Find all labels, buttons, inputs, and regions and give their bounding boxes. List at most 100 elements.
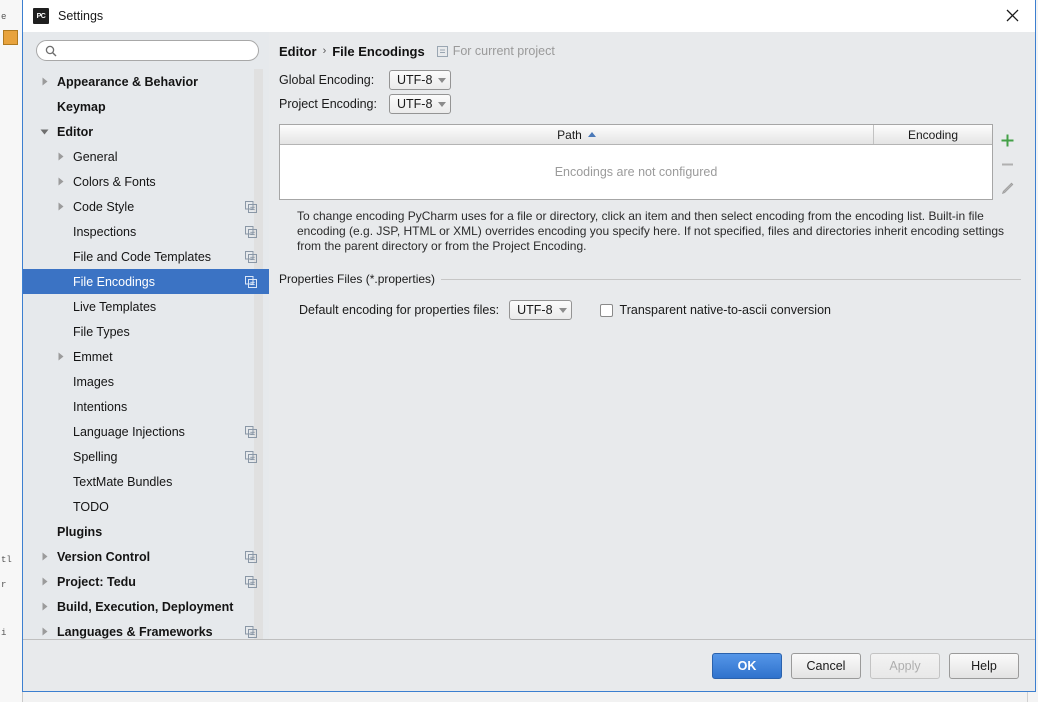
sidebar-item-label: Version Control	[57, 549, 151, 564]
ide-left-edge-strip: e tl r i	[0, 0, 23, 702]
sidebar-item-label: Images	[73, 374, 114, 389]
sidebar-item-colors-fonts[interactable]: Colors & Fonts	[23, 169, 269, 194]
description-text: To change encoding PyCharm uses for a fi…	[297, 209, 1005, 253]
add-encoding-button[interactable]	[995, 128, 1019, 152]
chevron-right-icon[interactable]	[37, 77, 51, 86]
breadcrumb-parent[interactable]: Editor	[279, 44, 317, 59]
sidebar-item-project-tedu[interactable]: Project: Tedu	[23, 569, 269, 594]
ide-ghost-line: r	[1, 580, 7, 590]
sidebar-item-label: Build, Execution, Deployment	[57, 599, 234, 614]
chevron-right-icon[interactable]	[37, 627, 51, 636]
ide-ghost-line: tl	[1, 555, 12, 565]
sidebar-item-file-and-code-templates[interactable]: File and Code Templates	[23, 244, 269, 269]
sidebar-item-label: Editor	[57, 124, 94, 139]
properties-files-group: Properties Files (*.properties) Default …	[279, 272, 1021, 320]
sidebar-item-spelling[interactable]: Spelling	[23, 444, 269, 469]
column-header-encoding[interactable]: Encoding	[873, 125, 992, 144]
main-panel: Editor › File Encodings For current proj…	[269, 32, 1035, 639]
sidebar-item-label: TextMate Bundles	[73, 474, 173, 489]
settings-tree[interactable]: Appearance & Behavior Keymap Editor General…	[23, 69, 269, 639]
ide-file-tab-icon	[3, 30, 18, 45]
sidebar-item-label: File Encodings	[73, 274, 155, 289]
sidebar-item-todo[interactable]: TODO	[23, 494, 269, 519]
default-properties-encoding-dropdown[interactable]: UTF-8	[509, 300, 572, 320]
sidebar-item-code-style[interactable]: Code Style	[23, 194, 269, 219]
project-scope-icon	[245, 625, 257, 638]
project-encoding-row: Project Encoding: UTF-8	[279, 94, 1021, 114]
edit-encoding-button[interactable]	[995, 176, 1019, 200]
chevron-right-icon[interactable]	[37, 552, 51, 561]
sidebar-item-intentions[interactable]: Intentions	[23, 394, 269, 419]
project-scope-icon	[245, 575, 257, 588]
sidebar-item-label: Inspections	[73, 224, 137, 239]
sidebar-item-keymap[interactable]: Keymap	[23, 94, 269, 119]
global-encoding-label: Global Encoding:	[279, 73, 375, 87]
ok-button[interactable]: OK	[712, 652, 782, 679]
native-to-ascii-checkbox-row[interactable]: Transparent native-to-ascii conversion	[599, 303, 831, 317]
ide-ghost-line: i	[1, 628, 7, 638]
sidebar-item-label: Code Style	[73, 199, 135, 214]
encodings-table-area: Path Encoding Encodings are not configur…	[279, 124, 1021, 200]
sidebar-item-build-execution-deployment[interactable]: Build, Execution, Deployment	[23, 594, 269, 619]
sidebar-item-language-injections[interactable]: Language Injections	[23, 419, 269, 444]
sidebar-item-appearance-behavior[interactable]: Appearance & Behavior	[23, 69, 269, 94]
table-body[interactable]: Encodings are not configured	[280, 145, 992, 199]
sidebar-item-plugins[interactable]: Plugins	[23, 519, 269, 544]
search-input[interactable]	[62, 43, 250, 58]
sort-ascending-icon	[587, 132, 596, 137]
encodings-table[interactable]: Path Encoding Encodings are not configur…	[279, 124, 993, 200]
empty-state-message: Encodings are not configured	[554, 165, 718, 179]
properties-group-content: Default encoding for properties files: U…	[279, 300, 1021, 320]
sidebar-item-file-encodings[interactable]: File Encodings	[23, 269, 269, 294]
chevron-right-icon[interactable]	[53, 202, 67, 211]
chevron-right-icon[interactable]	[37, 577, 51, 586]
native-to-ascii-checkbox[interactable]	[599, 303, 613, 317]
chevron-right-icon[interactable]	[37, 602, 51, 611]
project-scope-icon	[245, 200, 257, 213]
properties-group-title-row: Properties Files (*.properties)	[279, 272, 1021, 286]
sidebar-item-label: Intentions	[73, 399, 128, 414]
sidebar-item-label: TODO	[73, 499, 109, 514]
search-box[interactable]	[36, 40, 259, 61]
sidebar-item-emmet[interactable]: Emmet	[23, 344, 269, 369]
close-icon[interactable]	[989, 0, 1035, 31]
sidebar-item-label: General	[73, 149, 118, 164]
sidebar-item-version-control[interactable]: Version Control	[23, 544, 269, 569]
cancel-button[interactable]: Cancel	[791, 652, 861, 679]
breadcrumb-separator: ›	[322, 45, 327, 57]
project-encoding-dropdown[interactable]: UTF-8	[389, 94, 452, 114]
chevron-down-icon[interactable]	[37, 127, 51, 136]
default-properties-encoding-value: UTF-8	[517, 303, 553, 317]
dialog-titlebar: PC Settings	[23, 0, 1035, 32]
group-divider-line	[441, 278, 1021, 280]
chevron-right-icon[interactable]	[53, 177, 67, 186]
sidebar-item-label: Keymap	[57, 99, 106, 114]
global-encoding-dropdown[interactable]: UTF-8	[389, 70, 452, 90]
chevron-right-icon[interactable]	[53, 152, 67, 161]
help-button[interactable]: Help	[949, 652, 1019, 679]
sidebar-item-textmate-bundles[interactable]: TextMate Bundles	[23, 469, 269, 494]
sidebar-item-label: Plugins	[57, 524, 103, 539]
chevron-right-icon[interactable]	[53, 352, 67, 361]
sidebar-item-languages-frameworks[interactable]: Languages & Frameworks	[23, 619, 269, 639]
sidebar-item-editor[interactable]: Editor	[23, 119, 269, 144]
sidebar-item-label: Spelling	[73, 449, 118, 464]
project-encoding-value: UTF-8	[397, 97, 433, 111]
apply-button: Apply	[870, 652, 940, 679]
table-toolbar	[993, 124, 1021, 200]
column-header-path[interactable]: Path	[280, 125, 873, 144]
minus-icon	[1001, 163, 1013, 165]
sidebar-item-live-templates[interactable]: Live Templates	[23, 294, 269, 319]
sidebar-item-file-types[interactable]: File Types	[23, 319, 269, 344]
project-encoding-label: Project Encoding:	[279, 97, 377, 111]
project-scope-icon	[245, 425, 257, 438]
sidebar-item-label: Language Injections	[73, 424, 185, 439]
pencil-icon	[1001, 182, 1013, 194]
sidebar-item-general[interactable]: General	[23, 144, 269, 169]
remove-encoding-button[interactable]	[995, 152, 1019, 176]
ide-ghost-line: e	[1, 12, 7, 22]
sidebar-item-label: Colors & Fonts	[73, 174, 156, 189]
sidebar-item-inspections[interactable]: Inspections	[23, 219, 269, 244]
sidebar-item-images[interactable]: Images	[23, 369, 269, 394]
chevron-down-icon	[438, 101, 447, 107]
